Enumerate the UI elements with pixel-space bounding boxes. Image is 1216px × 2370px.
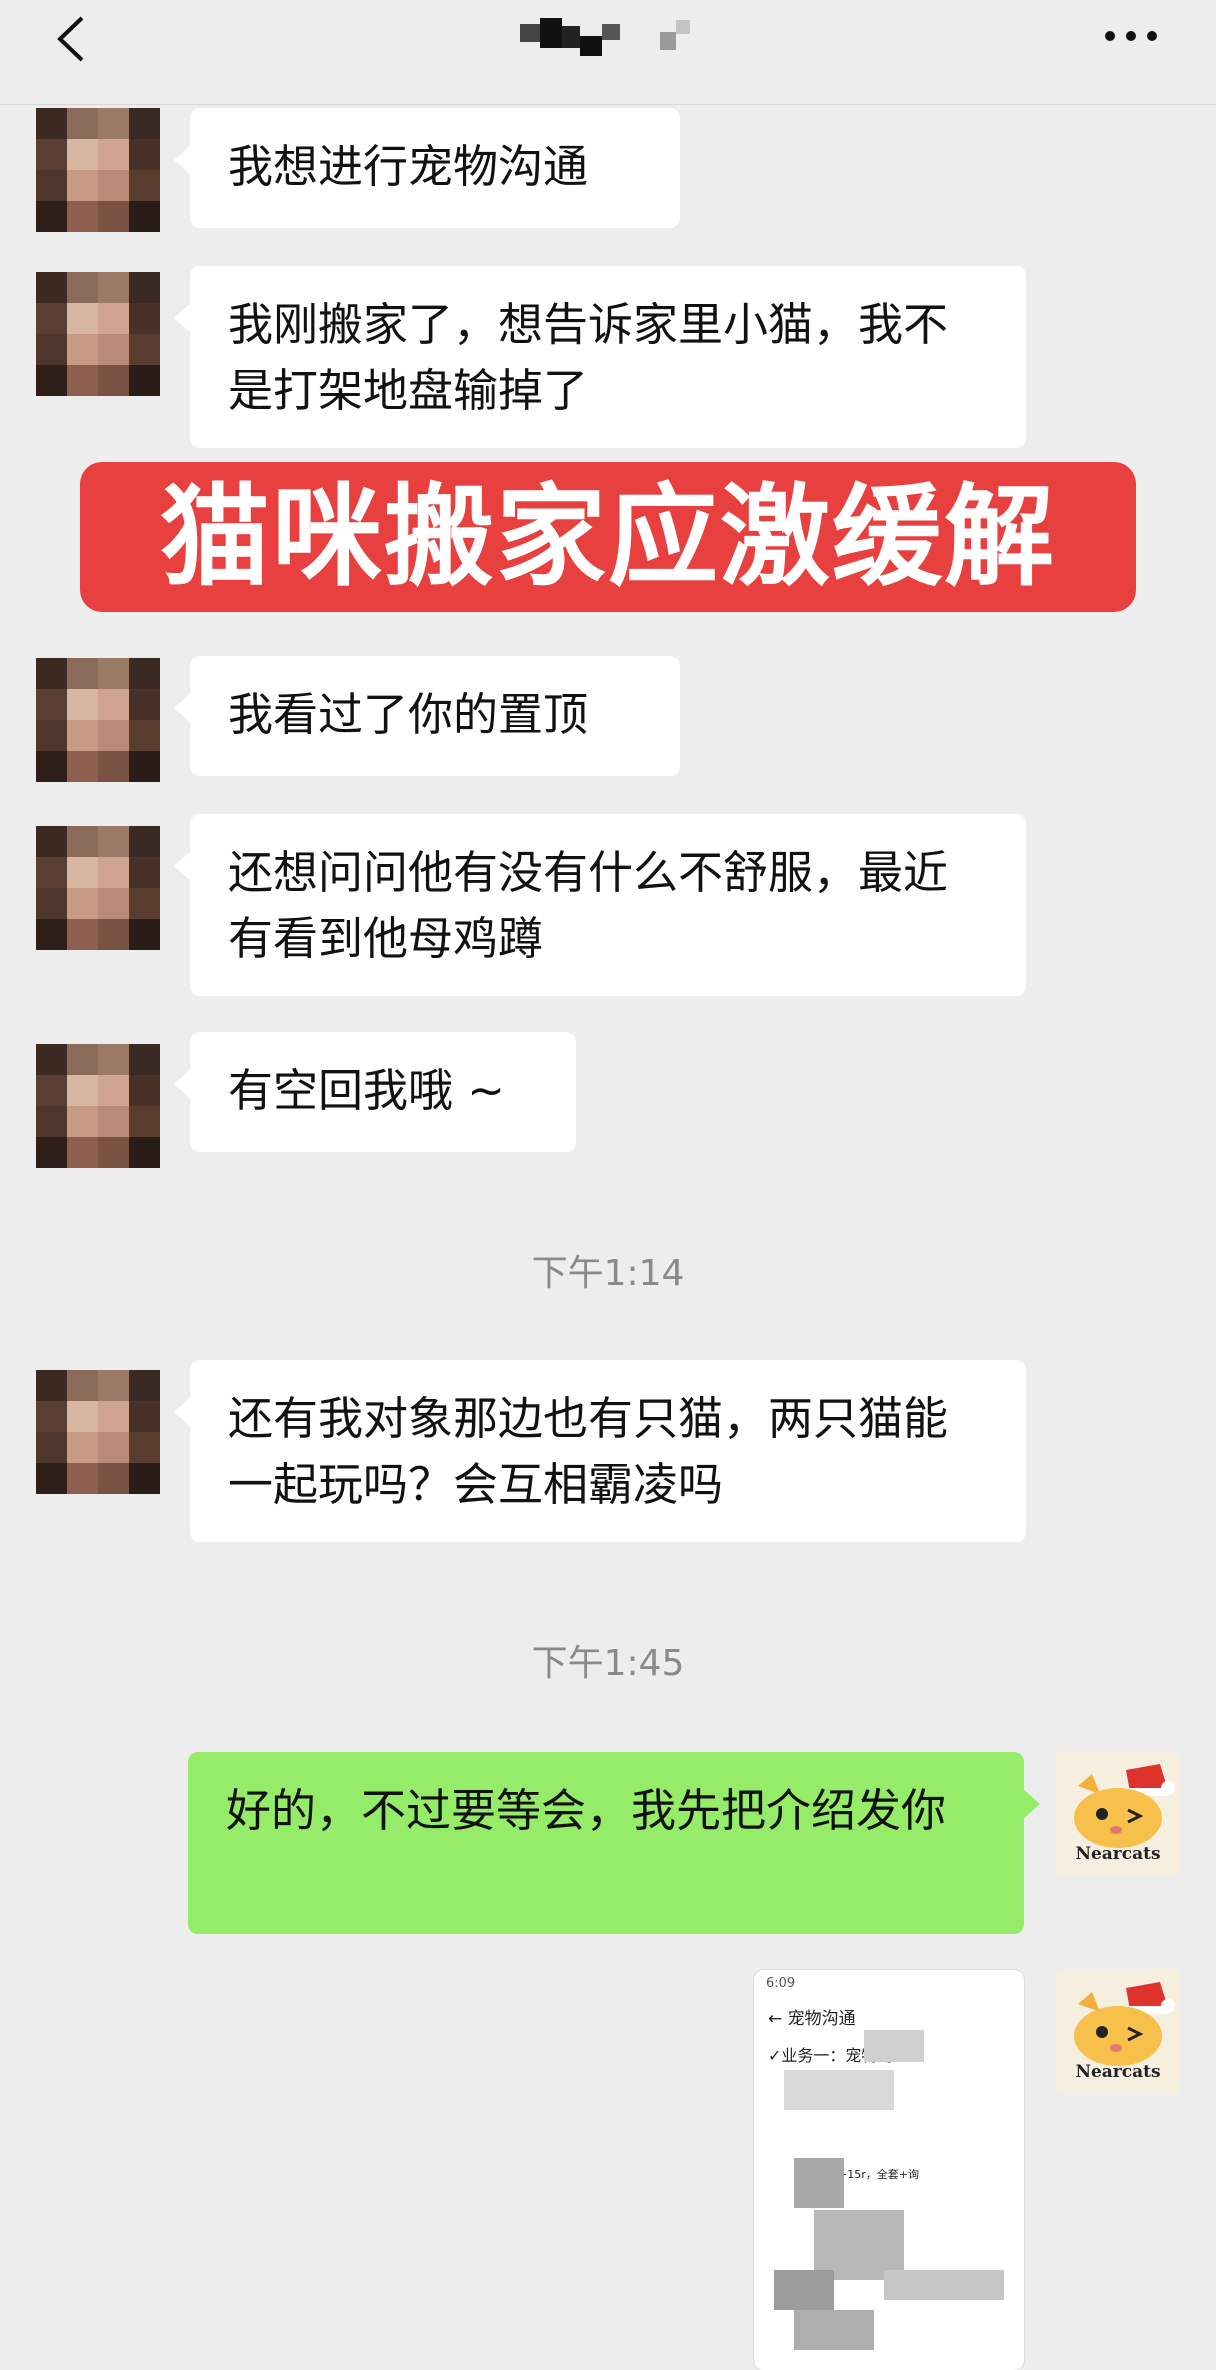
promo-banner: 猫咪搬家应激缓解: [80, 462, 1136, 612]
message-bubble-contact[interactable]: 我刚搬家了，想告诉家里小猫，我不是打架地盘输掉了: [174, 266, 1026, 448]
contact-avatar[interactable]: [36, 272, 160, 396]
message-bubble-contact[interactable]: 还想问问他有没有什么不舒服，最近有看到他母鸡蹲: [174, 814, 1026, 996]
image-mosaic: [864, 2030, 924, 2062]
contact-avatar[interactable]: [36, 108, 160, 232]
contact-avatar[interactable]: [36, 658, 160, 782]
image-status-bar: 6:09: [766, 1976, 796, 1991]
my-avatar[interactable]: Nearcats: [1056, 1752, 1180, 1876]
image-mosaic: [884, 2270, 1004, 2300]
chevron-left-icon[interactable]: [52, 14, 92, 64]
message-bubble-contact[interactable]: 我看过了你的置顶: [174, 656, 680, 776]
message-bubble-me[interactable]: 好的，不过要等会，我先把介绍发你: [188, 1752, 1040, 1934]
image-mosaic: [794, 2158, 844, 2208]
image-header: ← 宠物沟通: [768, 2009, 856, 2029]
avatar-watermark: Nearcats: [1075, 2062, 1161, 2082]
message-bubble-contact[interactable]: 还有我对象那边也有只猫，两只猫能一起玩吗？会互相霸凌吗: [174, 1360, 1026, 1542]
chat-title-mosaic: [520, 18, 690, 56]
contact-avatar[interactable]: [36, 1370, 160, 1494]
my-avatar[interactable]: Nearcats: [1056, 1970, 1180, 2094]
contact-avatar[interactable]: [36, 1044, 160, 1168]
avatar-watermark: Nearcats: [1075, 1844, 1161, 1864]
chat-header: [0, 0, 1216, 105]
image-message[interactable]: 6:09 ← 宠物沟通 ✓业务一：宠物沟通 一个问题+15r，全套+询: [754, 1970, 1024, 2370]
timestamp: 下午1:45: [531, 1643, 685, 1684]
message-bubble-contact[interactable]: 我想进行宠物沟通: [174, 108, 680, 228]
ellipsis-icon[interactable]: [1104, 26, 1158, 46]
timestamp: 下午1:14: [531, 1253, 685, 1294]
contact-avatar[interactable]: [36, 826, 160, 950]
image-mosaic: [794, 2310, 874, 2350]
image-mosaic: [784, 2070, 894, 2110]
message-bubble-contact[interactable]: 有空回我哦 ~: [174, 1032, 576, 1152]
image-mosaic: [774, 2270, 834, 2310]
